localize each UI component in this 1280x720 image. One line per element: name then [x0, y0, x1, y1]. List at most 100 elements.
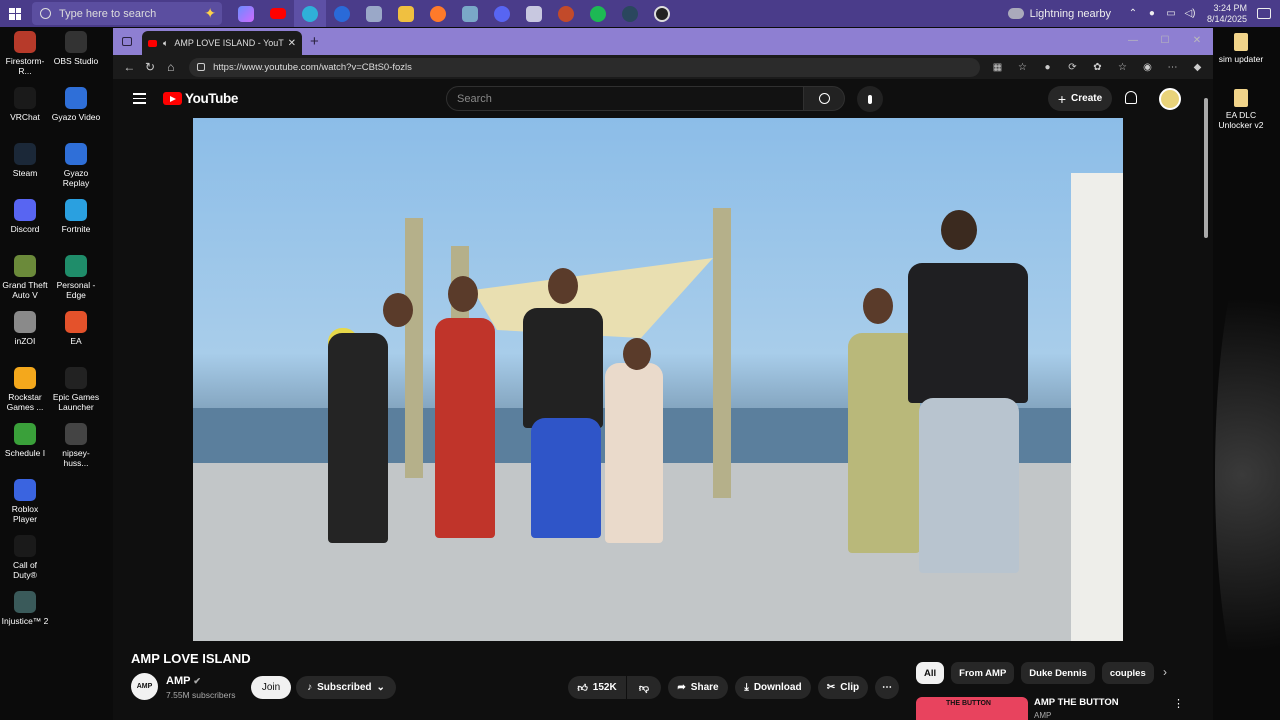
chip-from-amp[interactable]: From AMP — [951, 662, 1015, 684]
taskbar-app-8[interactable] — [454, 0, 486, 27]
youtube-search-input[interactable]: Search — [446, 86, 804, 111]
tab-actions-icon[interactable] — [122, 37, 132, 46]
join-button[interactable]: Join — [251, 676, 291, 699]
taskbar-file-explorer[interactable] — [390, 0, 422, 27]
account-avatar[interactable] — [1159, 88, 1181, 110]
more-icon[interactable]: ⋯ — [1163, 62, 1182, 73]
chip-duke-dennis[interactable]: Duke Dennis — [1021, 662, 1095, 684]
desktop-icon[interactable]: Grand Theft Auto V — [0, 255, 50, 300]
desktop-icon[interactable]: Gyazo Video — [51, 87, 101, 122]
notification-icon[interactable] — [1257, 8, 1271, 19]
channel-avatar[interactable]: AMP — [131, 673, 158, 700]
clip-button[interactable]: ✂ Clip — [818, 676, 868, 699]
create-button[interactable]: + Create — [1048, 86, 1112, 111]
close-tab-icon[interactable]: ✕ — [288, 38, 296, 49]
recommendation-thumbnail[interactable]: THE BUTTON — [916, 697, 1028, 720]
desktop-icon[interactable]: EA — [51, 311, 101, 346]
desktop-icon[interactable]: inZOI — [0, 311, 50, 346]
voice-search-button[interactable] — [857, 86, 883, 112]
taskbar-spotify[interactable] — [582, 0, 614, 27]
clock[interactable]: 3:24 PM 8/14/2025 — [1207, 3, 1247, 25]
desktop-icon[interactable]: Schedule I — [0, 423, 50, 458]
taskbar-app-4[interactable] — [326, 0, 358, 27]
subscribed-button[interactable]: ♪ Subscribed ⌄ — [296, 676, 396, 699]
desktop-icon[interactable]: Firestorm-R... — [0, 31, 50, 76]
desktop-icon[interactable]: Steam — [0, 143, 50, 178]
dislike-button[interactable]: 👎︎ — [627, 676, 661, 699]
start-button[interactable] — [0, 0, 30, 27]
desktop-icon[interactable]: Injustice™ 2 — [0, 591, 50, 626]
extension-icon[interactable]: ● — [1038, 62, 1057, 73]
video-head — [863, 288, 893, 324]
notifications-bell-icon[interactable] — [1125, 91, 1137, 104]
desktop-icon[interactable]: Discord — [0, 199, 50, 234]
menu-icon[interactable] — [133, 90, 146, 107]
refresh-button[interactable]: ↻ — [140, 60, 161, 74]
desktop-icon[interactable]: nipsey-huss... — [51, 423, 101, 468]
taskbar-app-5[interactable] — [358, 0, 390, 27]
taskbar-copilot[interactable] — [230, 0, 262, 27]
url-field[interactable]: https://www.youtube.com/watch?v=CBtS0-fo… — [189, 57, 980, 77]
desktop-icon[interactable]: Fortnite — [51, 199, 101, 234]
video-player[interactable] — [193, 118, 1123, 641]
new-tab-button[interactable]: + — [310, 33, 319, 50]
desktop-icon[interactable]: VRChat — [0, 87, 50, 122]
apps-icon[interactable]: ▦ — [988, 62, 1007, 73]
taskbar-firefox[interactable] — [422, 0, 454, 27]
taskbar-app-14[interactable] — [646, 0, 678, 27]
chip-all[interactable]: All — [916, 662, 945, 684]
youtube-logo-text: YouTube — [185, 91, 238, 106]
desktop-icon[interactable]: Rockstar Games ... — [0, 367, 50, 412]
back-button[interactable]: ← — [119, 60, 140, 74]
taskbar-app-11[interactable] — [550, 0, 582, 27]
more-actions-button[interactable]: ⋯ — [875, 676, 899, 699]
youtube-search-button[interactable] — [803, 86, 845, 111]
recommendation-title[interactable]: AMP THE BUTTON — [1034, 697, 1119, 708]
taskbar-app-10[interactable] — [518, 0, 550, 27]
extension-icon[interactable]: ✿ — [1088, 62, 1107, 73]
favorite-star-icon[interactable]: ☆ — [1013, 62, 1032, 73]
favorites-icon[interactable]: ☆ — [1113, 62, 1132, 73]
share-button[interactable]: ➦ Share — [668, 676, 728, 699]
desktop-icon[interactable]: Roblox Player — [0, 479, 50, 524]
extension-icon[interactable]: ⟳ — [1063, 62, 1082, 73]
desktop-icon[interactable]: Call of Duty® — [0, 535, 50, 580]
desktop-icon[interactable]: Epic Games Launcher — [51, 367, 101, 412]
more-vertical-icon[interactable]: ⋮ — [1173, 697, 1184, 710]
desktop-icon-ea-dlc-unlocker[interactable]: EA DLC Unlocker v2 — [1216, 89, 1266, 130]
close-window-button[interactable]: ✕ — [1181, 28, 1213, 55]
taskbar-discord[interactable] — [486, 0, 518, 27]
chip-couples[interactable]: couples — [1101, 662, 1154, 684]
youtube-logo[interactable]: YouTube — [163, 91, 238, 106]
maximize-button[interactable]: ☐ — [1149, 28, 1181, 55]
network-icon[interactable]: ▭ — [1163, 8, 1179, 19]
volume-icon[interactable]: ◁) — [1182, 8, 1198, 19]
speaker-icon[interactable]: 🔈︎ — [163, 38, 168, 49]
minimize-button[interactable]: — — [1117, 28, 1149, 55]
home-button[interactable]: ⌂ — [160, 60, 181, 74]
channel-name[interactable]: AMP ✔ — [166, 675, 201, 687]
chevron-up-icon[interactable]: ⌃ — [1125, 8, 1141, 19]
profile-icon[interactable]: ◉ — [1138, 62, 1157, 73]
microphone-icon[interactable]: ● — [1144, 8, 1160, 19]
chevron-right-icon[interactable]: › — [1163, 665, 1167, 679]
weather-widget[interactable]: Lightning nearby — [1007, 8, 1111, 20]
copilot-icon[interactable]: ◆ — [1188, 62, 1207, 73]
taskbar-edge[interactable] — [294, 0, 326, 27]
desktop-icon-sim-updater[interactable]: sim updater — [1216, 33, 1266, 64]
desktop-icon[interactable]: Personal - Edge — [51, 255, 101, 300]
tab-bar: 🔈︎ AMP LOVE ISLAND - YouTube ✕ + — ☐ ✕ — [113, 28, 1213, 55]
desktop-icon[interactable]: Gyazo Replay — [51, 143, 101, 188]
desktop-icon-label: OBS Studio — [53, 56, 99, 66]
taskbar-search[interactable]: Type here to search ✦ — [32, 2, 222, 25]
app-icon — [14, 255, 36, 277]
like-button[interactable]: 👍︎ 152K — [568, 676, 626, 699]
tab-youtube[interactable]: 🔈︎ AMP LOVE ISLAND - YouTube ✕ — [142, 31, 302, 55]
taskbar-steam[interactable] — [614, 0, 646, 27]
download-button[interactable]: ⤓ Download — [735, 676, 811, 699]
scrollbar-thumb[interactable] — [1204, 98, 1208, 238]
taskbar-youtube[interactable] — [262, 0, 294, 27]
taskbar-apps — [230, 0, 678, 27]
desktop-icon[interactable]: OBS Studio — [51, 31, 101, 66]
page-scrollbar[interactable] — [1202, 88, 1210, 718]
